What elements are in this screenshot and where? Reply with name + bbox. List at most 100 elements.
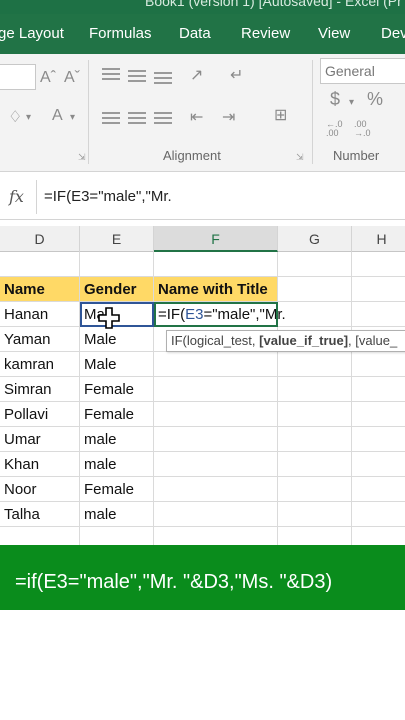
cell[interactable] [278, 352, 352, 377]
gender-cell[interactable]: male [80, 452, 154, 477]
sheet-grid: Name Gender Name with Title Hanan Ma =IF… [0, 252, 405, 545]
cell[interactable] [278, 252, 352, 277]
gender-cell[interactable]: Female [80, 402, 154, 427]
fx-icon[interactable]: fx [9, 187, 24, 206]
font-size-box[interactable] [0, 64, 36, 90]
name-cell[interactable]: Simran [0, 377, 80, 402]
name-cell[interactable]: Noor [0, 477, 80, 502]
cell[interactable] [278, 302, 352, 327]
middle-align-icon[interactable] [128, 70, 146, 82]
cell[interactable] [278, 502, 352, 527]
name-cell[interactable]: kamran [0, 352, 80, 377]
column-header-d[interactable]: D [0, 226, 80, 252]
wrap-text-icon[interactable]: ↵ [230, 68, 243, 84]
increase-decimal-icon[interactable]: ←.0.00 [326, 120, 343, 138]
bottom-align-icon[interactable] [154, 72, 172, 84]
chevron-down-icon[interactable]: ▾ [26, 110, 31, 126]
cell[interactable] [154, 477, 278, 502]
tab-data[interactable]: Data [179, 25, 211, 42]
cell-cursor-icon [98, 307, 120, 329]
number-format-dropdown[interactable]: General [320, 58, 405, 84]
cell[interactable] [154, 377, 278, 402]
number-format-value: General [325, 63, 375, 79]
tab-formulas[interactable]: Formulas [89, 25, 152, 42]
chevron-down-icon[interactable]: ▾ [349, 95, 354, 111]
cell[interactable] [278, 277, 352, 302]
cell[interactable] [278, 377, 352, 402]
name-cell[interactable]: Talha [0, 502, 80, 527]
column-header-h[interactable]: H [352, 226, 405, 252]
align-right-icon[interactable] [154, 112, 172, 124]
currency-icon[interactable]: $ [330, 90, 340, 108]
dialog-launcher-icon[interactable]: ⇲ [296, 152, 304, 163]
column-header-e[interactable]: E [80, 226, 154, 252]
font-color-icon[interactable]: A [52, 108, 63, 124]
gender-cell[interactable]: Male [80, 327, 154, 352]
increase-indent-icon[interactable]: ⇥ [222, 110, 235, 126]
cell[interactable] [352, 277, 405, 302]
cell[interactable] [154, 402, 278, 427]
cell[interactable] [352, 477, 405, 502]
cell[interactable] [154, 502, 278, 527]
dialog-launcher-icon[interactable]: ⇲ [78, 152, 86, 163]
name-cell[interactable]: Yaman [0, 327, 80, 352]
cell[interactable] [352, 252, 405, 277]
cell[interactable] [154, 427, 278, 452]
column-header-g[interactable]: G [278, 226, 352, 252]
gender-cell[interactable]: Female [80, 377, 154, 402]
cell[interactable] [352, 352, 405, 377]
header-cell-gender[interactable]: Gender [80, 277, 154, 302]
merge-center-icon[interactable]: ⊞ [274, 108, 287, 124]
decrease-decimal-icon[interactable]: .00 →.0 [354, 120, 371, 138]
formula-input[interactable]: =IF(E3="male","Mr. [44, 188, 172, 205]
percent-icon[interactable]: % [367, 90, 383, 108]
cell[interactable] [352, 502, 405, 527]
tab-view[interactable]: View [318, 25, 350, 42]
cell[interactable] [154, 527, 278, 545]
fill-color-icon[interactable]: ♢ [8, 110, 22, 126]
name-cell[interactable]: Hanan [0, 302, 80, 327]
editing-cell[interactable]: =IF(E3="male","Mr. [154, 302, 286, 327]
cell[interactable] [80, 252, 154, 277]
decrease-font-icon[interactable]: Aˇ [64, 70, 80, 86]
cell[interactable] [352, 377, 405, 402]
cell[interactable] [154, 352, 278, 377]
cell[interactable] [352, 402, 405, 427]
cell[interactable] [154, 252, 278, 277]
gender-cell[interactable]: male [80, 427, 154, 452]
cell[interactable] [352, 452, 405, 477]
chevron-down-icon[interactable]: ▾ [70, 110, 75, 126]
tab-developer[interactable]: Dev [381, 25, 405, 42]
name-cell[interactable]: Pollavi [0, 402, 80, 427]
cell[interactable] [278, 402, 352, 427]
decrease-indent-icon[interactable]: ⇤ [190, 110, 203, 126]
tooltip-current-arg[interactable]: [value_if_true] [259, 333, 348, 348]
gender-cell[interactable]: Male [80, 352, 154, 377]
cell[interactable] [0, 527, 80, 545]
gender-cell[interactable]: male [80, 502, 154, 527]
align-left-icon[interactable] [102, 112, 120, 124]
header-cell-name-with-title[interactable]: Name with Title [154, 277, 278, 302]
blank-area [0, 610, 405, 720]
header-cell-name[interactable]: Name [0, 277, 80, 302]
cell[interactable] [352, 302, 405, 327]
cell[interactable] [278, 427, 352, 452]
column-header-f[interactable]: F [154, 226, 278, 252]
cell[interactable] [0, 252, 80, 277]
name-cell[interactable]: Umar [0, 427, 80, 452]
tab-review[interactable]: Review [241, 25, 290, 42]
cell[interactable] [80, 527, 154, 545]
cell[interactable] [352, 527, 405, 545]
tab-page-layout[interactable]: ge Layout [0, 25, 64, 42]
cell[interactable] [154, 452, 278, 477]
top-align-icon[interactable] [102, 68, 120, 80]
orientation-icon[interactable]: ↗ [190, 68, 203, 84]
increase-font-icon[interactable]: Aˆ [40, 70, 56, 86]
cell[interactable] [352, 427, 405, 452]
cell[interactable] [278, 452, 352, 477]
gender-cell[interactable]: Female [80, 477, 154, 502]
align-center-icon[interactable] [128, 112, 146, 124]
name-cell[interactable]: Khan [0, 452, 80, 477]
cell[interactable] [278, 527, 352, 545]
cell[interactable] [278, 477, 352, 502]
